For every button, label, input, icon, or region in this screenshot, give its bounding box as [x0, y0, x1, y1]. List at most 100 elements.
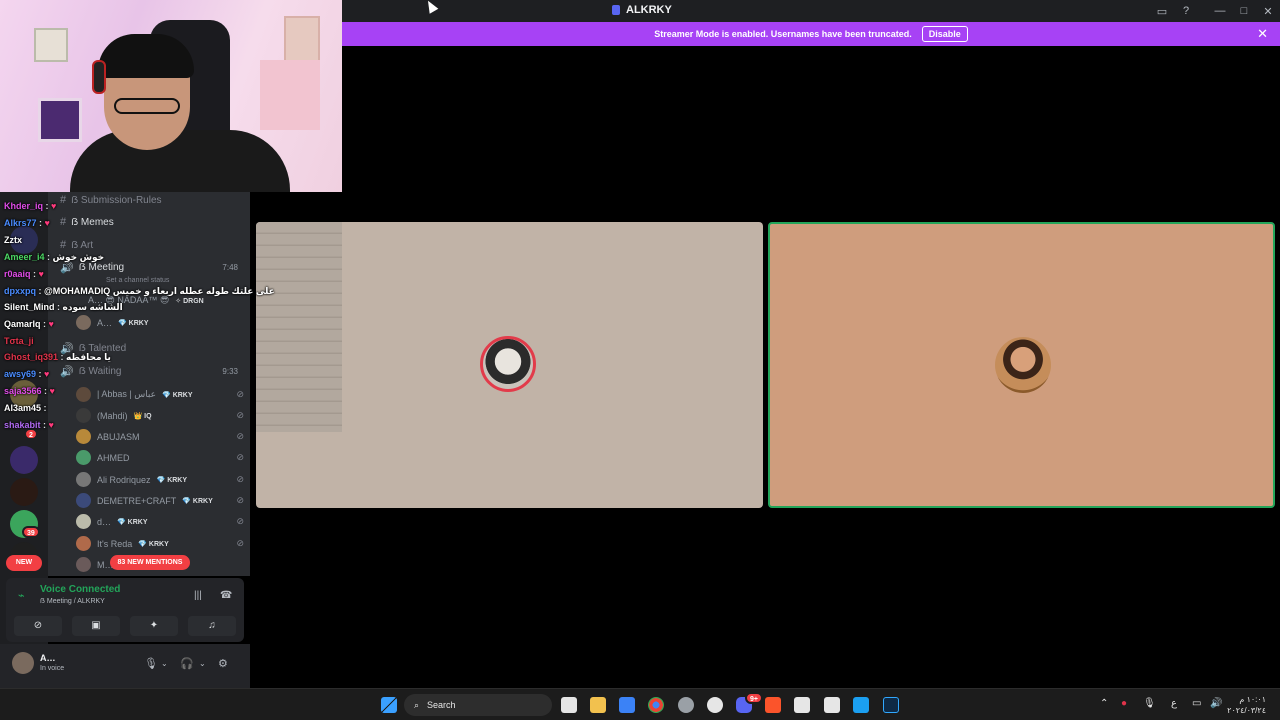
clock[interactable]: ١٠:٠١ م ٢٠٢٤/٠٣/٢٤ [1227, 694, 1266, 716]
file-explorer-icon[interactable] [590, 697, 606, 713]
minimize-button[interactable]: — [1208, 5, 1232, 17]
store-icon[interactable] [619, 697, 635, 713]
photoshop-icon[interactable] [883, 697, 899, 713]
waiting-member[interactable]: | Abbas | عباس 💎 KRKY ⊘ [76, 387, 244, 402]
search-placeholder: Search [427, 700, 456, 710]
app-icon[interactable] [824, 697, 840, 713]
network-icon[interactable]: ▭ [1192, 698, 1201, 709]
deafened-icon: ⊘ [236, 474, 244, 484]
video-tile-participant-1[interactable] [256, 222, 763, 508]
waiting-member[interactable]: d… 💎 KRKY ⊘ [76, 514, 244, 529]
waiting-member[interactable]: AHMED ⊘ [76, 450, 244, 465]
unread-badge: 39 [22, 526, 40, 538]
chat-user: Zztx [4, 235, 22, 245]
avatar[interactable] [12, 652, 34, 674]
member-tag: 💎 KRKY [182, 497, 213, 505]
noise-suppression-icon[interactable]: ||| [194, 590, 202, 601]
chat-text: يا محافظه [66, 352, 111, 362]
waiting-member[interactable]: ABUJASM ⊘ [76, 429, 244, 444]
clock-date: ٢٠٢٤/٠٣/٢٤ [1227, 706, 1266, 715]
chevron-down-icon[interactable]: ⌄ [199, 659, 206, 668]
server-icon[interactable] [10, 478, 38, 506]
server-icon[interactable] [10, 446, 38, 474]
camera-off-icon[interactable]: ⊘ [14, 616, 62, 636]
avatar [76, 472, 91, 487]
help-icon[interactable]: ? [1174, 5, 1198, 17]
headphones-icon[interactable]: 🎧 [180, 657, 194, 670]
close-window-button[interactable]: ✕ [1256, 5, 1280, 18]
voice-channel-waiting[interactable]: 🔊 ẞ Waiting [60, 365, 121, 378]
microphone-icon[interactable]: 🎙 [1143, 698, 1156, 709]
avatar [76, 514, 91, 529]
windows-taskbar: ⌕ Search 9+ ⌃ ● 🎙 ع ▭ 🔊 ١٠:٠١ م ٢٠٢٤/٠٣/… [0, 688, 1280, 720]
window-title-text: ALKRKY [626, 4, 672, 16]
app-icon[interactable] [794, 697, 810, 713]
member-tag: 💎 KRKY [118, 319, 149, 327]
video-tile-participant-2-speaking[interactable] [768, 222, 1275, 508]
username[interactable]: A… [40, 653, 56, 663]
chrome-icon[interactable] [648, 697, 664, 713]
channel-memes[interactable]: # ẞ Memes [60, 216, 114, 228]
chat-user: Silent_Mind [4, 302, 55, 312]
deafened-icon: ⊘ [236, 452, 244, 462]
task-view-icon[interactable] [561, 697, 577, 713]
language-indicator[interactable]: ع [1171, 698, 1177, 709]
microphone-icon[interactable]: 🎙 [144, 657, 158, 670]
channel-status[interactable]: Set a channel status [106, 277, 169, 284]
chat-user: dpxxpq [4, 286, 37, 296]
chat-message: Al3am45 : [4, 403, 47, 413]
waiting-member[interactable]: DEMETRE+CRAFT 💎 KRKY ⊘ [76, 493, 244, 508]
close-banner-icon[interactable]: ✕ [1257, 26, 1268, 42]
voice-status[interactable]: Voice Connected [40, 584, 120, 595]
channel-label: ẞ Meeting [78, 262, 125, 273]
chat-user: r0aaiq [4, 269, 31, 279]
chat-user: awsy69 [4, 369, 37, 379]
tray-app-icon[interactable]: ● [1121, 698, 1127, 709]
new-mentions-pill[interactable]: 83 NEW MENTIONS [110, 555, 190, 570]
waiting-member[interactable]: Ali Rodriquez 💎 KRKY ⊘ [76, 472, 244, 487]
settings-icon[interactable] [707, 697, 723, 713]
gear-icon[interactable]: ⚙ [218, 657, 228, 670]
chat-message: r0aaiq : ♥ [4, 269, 44, 279]
channel-label: ẞ Submission-Rules [71, 194, 162, 206]
deafened-icon: ⊘ [236, 410, 244, 420]
chat-text: خوش خوش [52, 252, 105, 262]
screen-share-icon[interactable]: ▣ [72, 616, 120, 636]
avatar [76, 387, 91, 402]
chat-user: Al3am45 [4, 403, 42, 413]
disable-streamer-mode-button[interactable]: Disable [921, 26, 968, 42]
new-unreads-pill[interactable]: NEW [6, 555, 42, 571]
voice-connection-panel: ⌁ Voice Connected ẞ Meeting / ALKRKY |||… [6, 578, 244, 642]
start-button[interactable] [381, 697, 397, 713]
channel-timer: 9:33 [222, 367, 238, 376]
channel-art[interactable]: # ẞ Art [60, 239, 93, 251]
inbox-icon[interactable]: ▭ [1150, 5, 1174, 18]
text-channel-icon: # [60, 194, 67, 206]
brave-icon[interactable] [765, 697, 781, 713]
avatar [76, 536, 91, 551]
chevron-down-icon[interactable]: ⌄ [161, 659, 168, 668]
soundboard-icon[interactable]: ♫ [188, 616, 236, 636]
activities-icon[interactable]: ✦ [130, 616, 178, 636]
volume-icon[interactable]: 🔊 [1210, 698, 1222, 709]
text-channel-icon: # [60, 239, 67, 251]
chat-user: Qamarlq [4, 319, 41, 329]
chat-user: Alkrs77 [4, 218, 37, 228]
maximize-button[interactable]: □ [1232, 5, 1256, 17]
app-icon[interactable] [678, 697, 694, 713]
disconnect-icon[interactable]: ☎ [220, 590, 232, 601]
steam-icon[interactable] [853, 697, 869, 713]
chat-message: shakabit : ♥ [4, 420, 54, 430]
voice-channel-path[interactable]: ẞ Meeting / ALKRKY [40, 598, 105, 605]
search-box[interactable]: ⌕ Search [404, 694, 552, 716]
user-status: In voice [40, 665, 65, 672]
waiting-member[interactable]: It's Reda 💎 KRKY ⊘ [76, 536, 244, 551]
tile-background-pattern [256, 222, 342, 432]
deafened-icon: ⊘ [236, 431, 244, 441]
chat-message: Silent_Mind : الشاشه سوده [4, 302, 123, 312]
channel-submission-rules[interactable]: # ẞ Submission-Rules [60, 194, 162, 206]
connection-signal-icon[interactable]: ⌁ [18, 589, 25, 602]
waiting-member[interactable]: (Mahdi) 👑 IQ ⊘ [76, 408, 244, 423]
meeting-member[interactable]: A… 💎 KRKY [76, 315, 244, 330]
chevron-up-icon[interactable]: ⌃ [1100, 698, 1108, 709]
